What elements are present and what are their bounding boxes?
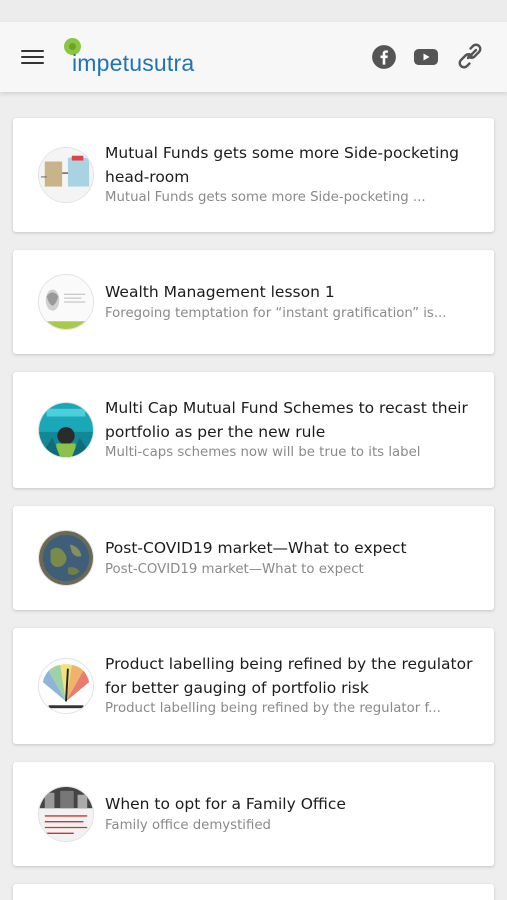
brand-name: impetusutra — [72, 50, 195, 76]
link-icon[interactable] — [456, 42, 484, 70]
article-thumbnail — [38, 786, 94, 842]
facebook-icon[interactable] — [371, 44, 397, 70]
article-title: Wealth Management lesson 1 — [105, 283, 335, 301]
status-bar — [0, 0, 507, 22]
article-thumbnail — [38, 402, 94, 458]
article-title: Post-COVID19 market—What to expect — [105, 539, 407, 557]
youtube-icon[interactable] — [413, 44, 439, 70]
article-title: Product labelling being refined by the r… — [105, 655, 473, 697]
article-summary: Multi-caps schemes now will be true to i… — [105, 445, 421, 460]
menu-icon[interactable] — [20, 46, 46, 68]
article-title: When to opt for a Family Office — [105, 795, 346, 813]
article-card[interactable]: Post-COVID19 market—What to expect Post-… — [13, 506, 494, 610]
article-card[interactable]: Mutual Funds gets some more Side-pocketi… — [13, 118, 494, 232]
article-card[interactable] — [13, 884, 494, 900]
app-bar: impetusutra — [0, 22, 507, 92]
article-thumbnail — [38, 147, 94, 203]
article-thumbnail — [38, 658, 94, 714]
article-summary: Mutual Funds gets some more Side-pocketi… — [105, 190, 426, 205]
article-summary: Family office demystified — [105, 818, 271, 833]
article-card[interactable]: Product labelling being refined by the r… — [13, 628, 494, 744]
article-card[interactable]: When to opt for a Family Office Family o… — [13, 762, 494, 866]
article-title: Multi Cap Mutual Fund Schemes to recast … — [105, 399, 468, 441]
brand-logo[interactable]: impetusutra — [64, 36, 214, 80]
article-summary: Foregoing temptation for “instant gratif… — [105, 306, 447, 321]
article-summary: Post-COVID19 market—What to expect — [105, 562, 364, 577]
article-title: Mutual Funds gets some more Side-pocketi… — [105, 144, 460, 186]
article-card[interactable]: Multi Cap Mutual Fund Schemes to recast … — [13, 372, 494, 488]
article-thumbnail — [38, 274, 94, 330]
article-list: Mutual Funds gets some more Side-pocketi… — [0, 92, 507, 900]
article-thumbnail — [38, 530, 94, 586]
article-card[interactable]: Wealth Management lesson 1 Foregoing tem… — [13, 250, 494, 354]
article-summary: Product labelling being refined by the r… — [105, 701, 441, 716]
